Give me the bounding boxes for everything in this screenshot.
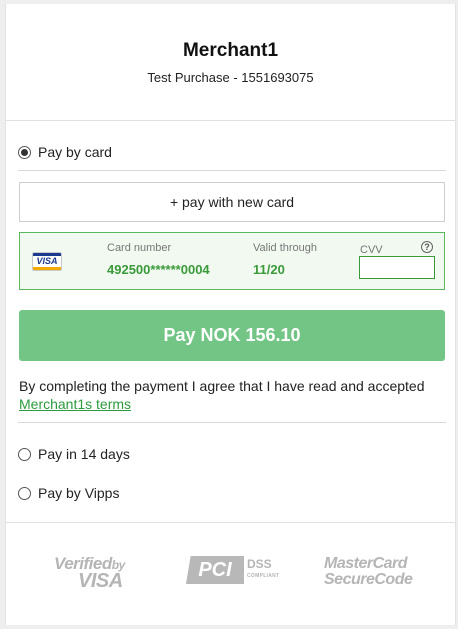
divider: [18, 422, 446, 423]
card-number-value: 492500******0004: [107, 262, 210, 277]
card-number-label: Card number: [107, 242, 172, 254]
vbv-visa-text: VISA: [78, 570, 123, 592]
merchant-name: Merchant1: [182, 40, 279, 61]
pci-mark: PCI: [186, 556, 244, 584]
pay-by-card-radio[interactable]: [18, 145, 31, 159]
pay-in-14-days-label: Pay in 14 days: [38, 446, 130, 462]
cvv-input[interactable]: [359, 256, 435, 279]
pay-by-card-label: Pay by card: [38, 144, 112, 160]
securecode-text: SecureCode: [324, 571, 413, 588]
terms-notice: By completing the payment I agree that I…: [19, 377, 449, 413]
mastercard-text: MasterCard: [324, 555, 408, 572]
mastercard-securecode-logo: MasterCard SecureCode: [324, 555, 413, 588]
pay-by-vipps-label: Pay by Vipps: [38, 485, 120, 501]
pci-compliant-text: COMPLIANT: [247, 573, 280, 579]
verified-by-visa-logo: Verifiedby VISA: [54, 554, 125, 593]
pay-with-new-card-button[interactable]: + pay with new card: [19, 182, 445, 222]
cvv-label: CVV: [360, 244, 383, 256]
terms-text: By completing the payment I agree that I…: [19, 378, 425, 394]
pay-by-vipps-option[interactable]: Pay by Vipps: [18, 485, 119, 501]
saved-card[interactable]: VISA Card number 492500******0004 Valid …: [19, 232, 445, 290]
purchase-description: Test Purchase - 1551693075: [147, 70, 314, 85]
valid-through-value: 11/20: [253, 262, 285, 277]
payment-panel: Merchant1 Test Purchase - 1551693075 Pay…: [5, 4, 456, 625]
pay-by-vipps-radio[interactable]: [18, 486, 31, 500]
merchant-terms-link[interactable]: Merchant1s terms: [19, 396, 131, 412]
pay-by-card-option[interactable]: Pay by card: [18, 144, 112, 160]
merchant-header: Merchant1 Test Purchase - 1551693075: [6, 4, 455, 121]
pci-dss-logo: PCI DSS COMPLIANT: [186, 556, 279, 584]
pay-in-14-days-option[interactable]: Pay in 14 days: [18, 446, 130, 462]
visa-card-icon: VISA: [32, 252, 62, 271]
help-icon[interactable]: ?: [421, 241, 433, 253]
divider: [18, 170, 446, 171]
footer-divider: [6, 522, 455, 523]
pay-in-14-days-radio[interactable]: [18, 447, 31, 461]
pci-dss-text: DSS: [247, 557, 272, 571]
valid-through-label: Valid through: [253, 242, 318, 254]
pay-button[interactable]: Pay NOK 156.10: [19, 310, 445, 361]
